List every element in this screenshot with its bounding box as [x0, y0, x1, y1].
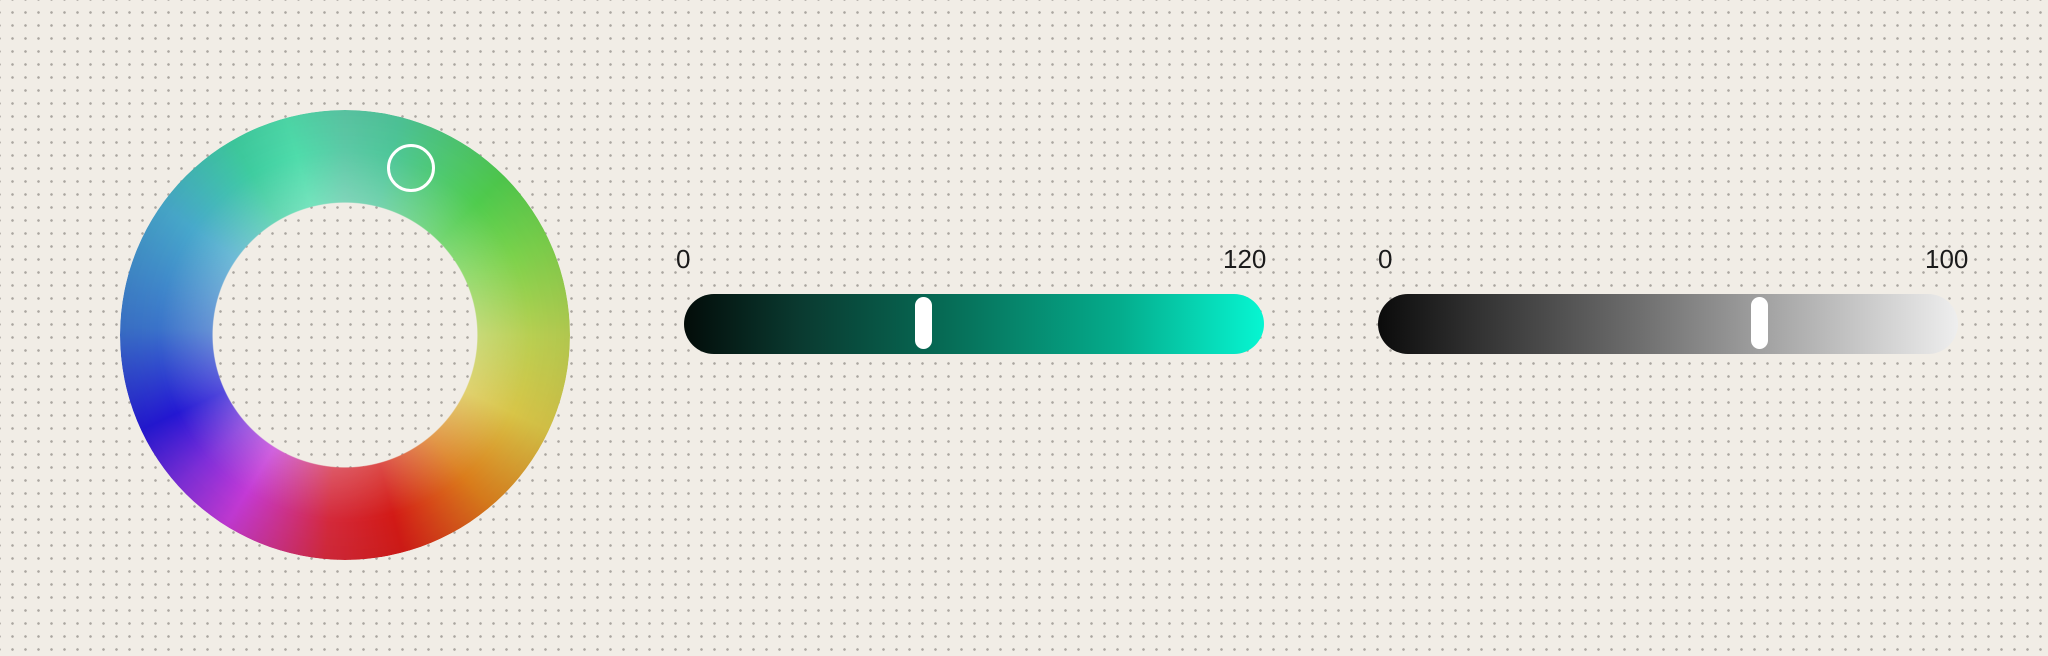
color-wheel-handle[interactable] [387, 144, 435, 192]
value-slider-min-label: 0 [1378, 244, 1393, 274]
hue-slider-track[interactable] [684, 294, 1264, 354]
hue-slider-max-label: 120 [1223, 244, 1267, 274]
value-slider-thumb[interactable] [1751, 297, 1768, 349]
value-slider-max-label: 100 [1925, 244, 1969, 274]
color-wheel[interactable] [120, 110, 570, 560]
hue-slider-thumb[interactable] [915, 297, 932, 349]
hue-slider-min-label: 0 [676, 244, 691, 274]
value-slider-track[interactable] [1378, 294, 1958, 354]
